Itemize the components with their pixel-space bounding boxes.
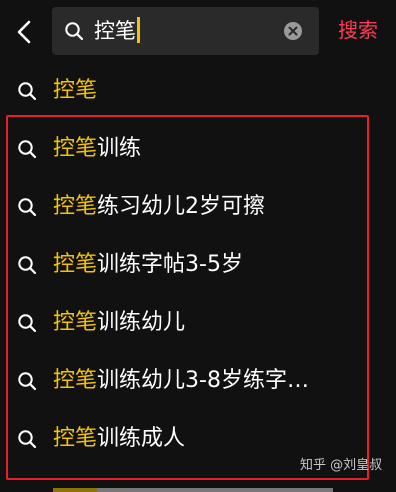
suggestion-highlight: 控笔: [53, 252, 98, 277]
suggestion-rest: 训练: [97, 136, 142, 161]
search-bar: 控笔 搜索: [0, 0, 396, 64]
suggestion-list: 控笔 控笔训练 控笔练习幼儿2岁可擦 控笔训练字帖3-5岁 控笔训练幼儿 控笔训…: [0, 62, 396, 468]
suggestion-rest: 练习幼儿2岁可擦: [97, 194, 266, 219]
search-icon: [17, 81, 37, 101]
suggestion-item[interactable]: 控笔训练幼儿3-8岁练字…: [0, 352, 396, 410]
search-icon: [17, 429, 37, 449]
search-icon: [17, 139, 37, 159]
back-button[interactable]: [12, 18, 38, 46]
search-icon: [17, 197, 37, 217]
search-icon: [17, 313, 37, 333]
suggestion-highlight: 控笔: [53, 368, 98, 393]
suggestion-rest: 训练幼儿: [97, 310, 186, 335]
suggestion-item[interactable]: 控笔训练幼儿: [0, 294, 396, 352]
search-icon: [64, 21, 84, 41]
watermark: 知乎 @刘皇叔: [300, 458, 383, 473]
clear-button[interactable]: [283, 21, 303, 41]
clear-circle-icon: [284, 22, 302, 40]
search-query-text[interactable]: 控笔: [94, 17, 140, 45]
suggestion-text: 控笔练习幼儿2岁可擦: [53, 192, 265, 222]
suggestion-item[interactable]: 控笔训练: [0, 120, 396, 178]
search-button[interactable]: 搜索: [338, 16, 378, 44]
search-input[interactable]: 控笔: [52, 7, 319, 55]
search-icon: [17, 255, 37, 275]
suggestion-item[interactable]: 控笔: [0, 62, 396, 120]
partially-visible-suggestion: [53, 484, 353, 492]
suggestion-text: 控笔训练成人: [53, 424, 185, 454]
suggestion-highlight: 控笔: [53, 426, 98, 451]
suggestion-item[interactable]: 控笔训练字帖3-5岁: [0, 236, 396, 294]
suggestion-text: 控笔训练幼儿3-8岁练字…: [53, 366, 309, 396]
suggestion-highlight: 控笔: [53, 136, 98, 161]
suggestion-highlight: 控笔: [53, 310, 98, 335]
suggestion-highlight: 控笔: [53, 78, 98, 103]
suggestion-rest: 训练成人: [97, 426, 186, 451]
suggestion-text: 控笔训练: [53, 134, 141, 164]
suggestion-item[interactable]: 控笔练习幼儿2岁可擦: [0, 178, 396, 236]
chevron-left-icon: [17, 20, 31, 44]
suggestion-rest: 训练幼儿3-8岁练字…: [97, 368, 309, 393]
suggestion-text: 控笔训练字帖3-5岁: [53, 250, 243, 280]
suggestion-text: 控笔训练幼儿: [53, 308, 185, 338]
suggestion-rest: 训练字帖3-5岁: [97, 252, 243, 277]
suggestion-highlight: 控笔: [53, 194, 98, 219]
suggestion-text: 控笔: [53, 76, 97, 106]
search-icon: [17, 371, 37, 391]
text-caret: [137, 17, 140, 43]
